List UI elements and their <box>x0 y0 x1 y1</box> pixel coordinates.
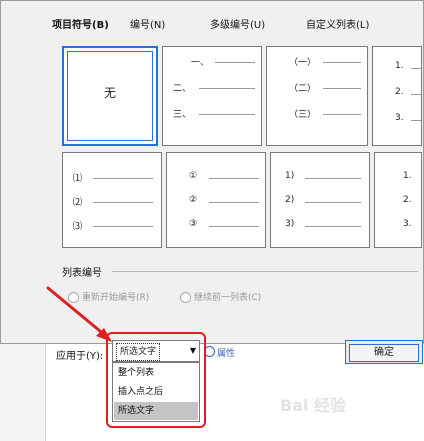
ok-button[interactable]: 确定 <box>345 340 423 364</box>
level-label: （二） <box>289 84 317 94</box>
level-label: ⑴ <box>73 174 83 184</box>
continue-list-label: 继续前一列表(C) <box>194 293 262 303</box>
gallery-cell-arabic-dots[interactable]: 1. 2. 3. <box>372 46 422 146</box>
annotation-highlight-box <box>106 332 206 428</box>
annotation-arrow-icon <box>46 286 112 342</box>
level-label: （一） <box>289 58 317 68</box>
level-label: ⑵ <box>73 198 83 208</box>
watermark: Bai 经验 <box>280 396 347 415</box>
level-label: 3) <box>285 219 295 229</box>
properties-link[interactable]: 属性 <box>204 346 235 359</box>
level-label: ③ <box>189 219 198 229</box>
tab-bullets[interactable]: 项目符号(B) <box>52 16 109 36</box>
level-label: 3. <box>403 219 412 229</box>
level-label: （三） <box>289 110 317 120</box>
level-label: 一、 <box>191 58 210 68</box>
gallery-cell-circled-digits[interactable]: ① ② ③ <box>166 152 266 248</box>
tab-bar: 项目符号(B) 编号(N) 多级编号(U) 自定义列表(L) <box>52 16 412 36</box>
ok-button-label: 确定 <box>349 344 419 362</box>
gallery-cell-digit-paren[interactable]: 1) 2) 3) <box>270 152 370 248</box>
section-divider <box>112 271 418 272</box>
tab-custom-list[interactable]: 自定义列表(L) <box>306 16 369 36</box>
level-label: 2. <box>395 87 404 97</box>
gallery-cell-chinese-numerals[interactable]: 一、 二、 三、 <box>162 46 262 146</box>
list-numbering-label: 列表编号 <box>62 268 102 279</box>
level-label: 3. <box>395 113 404 123</box>
gallery-cell-digit-dot[interactable]: 1. 2. 3. <box>374 152 422 248</box>
gallery-cell-parenthesized-chinese[interactable]: （一） （二） （三） <box>266 46 368 146</box>
none-label: 无 <box>103 86 116 100</box>
level-label: 1. <box>395 61 404 71</box>
level-label: 2) <box>285 195 295 205</box>
level-label: 三、 <box>173 110 192 120</box>
properties-label: 属性 <box>217 349 236 359</box>
gallery-cell-none[interactable]: 无 <box>62 46 158 146</box>
level-label: ① <box>189 171 198 181</box>
level-label: 二、 <box>173 84 192 94</box>
continue-list-radio[interactable] <box>180 292 191 303</box>
level-label: 2. <box>403 195 412 205</box>
level-label: ⑶ <box>73 222 83 232</box>
apply-to-label: 应用于(Y): <box>56 351 104 362</box>
level-label: ② <box>189 195 198 205</box>
level-label: 1. <box>403 171 412 181</box>
tab-multilevel[interactable]: 多级编号(U) <box>210 16 265 36</box>
level-label: 1) <box>285 171 295 181</box>
gallery-cell-parenthesized-digits[interactable]: ⑴ ⑵ ⑶ <box>62 152 162 248</box>
tab-numbering[interactable]: 编号(N) <box>130 16 165 36</box>
